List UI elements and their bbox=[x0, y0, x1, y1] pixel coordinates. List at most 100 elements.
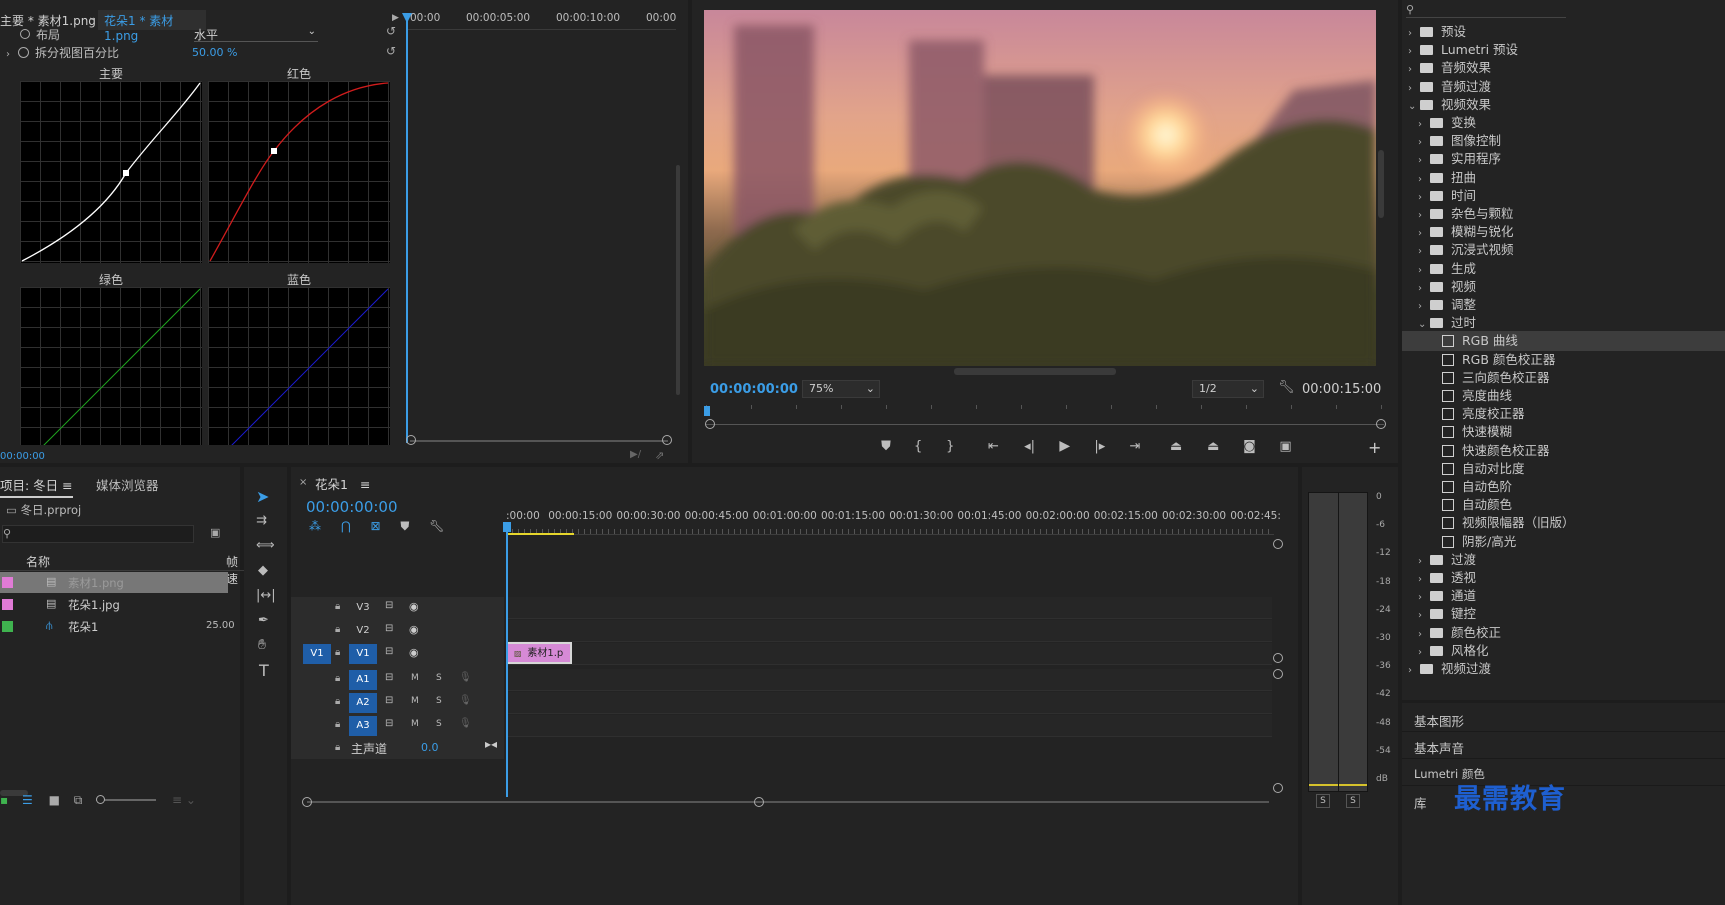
tab-libraries[interactable]: 库 bbox=[1414, 793, 1427, 812]
sync-lock-icon[interactable]: ⊟ bbox=[385, 646, 393, 657]
monitor-vscroll[interactable] bbox=[1378, 150, 1384, 218]
track-target-a3[interactable]: A3 bbox=[349, 716, 377, 736]
camera-icon[interactable]: ◙ bbox=[1233, 439, 1265, 454]
project-row[interactable]: ⫛ 花朵1 25.00 bbox=[0, 616, 235, 637]
monitor-range-start[interactable] bbox=[705, 419, 715, 429]
col-header-name[interactable]: 名称 bbox=[26, 553, 50, 570]
timeline-playhead-head[interactable] bbox=[503, 522, 511, 532]
effects-item[interactable]: 亮度校正器 bbox=[1402, 404, 1725, 424]
pen-tool-icon[interactable]: ✒ bbox=[258, 613, 269, 628]
red-curve-graph[interactable] bbox=[208, 81, 390, 263]
sync-lock-icon[interactable]: ⊟ bbox=[385, 623, 393, 634]
project-search[interactable]: ⚲ bbox=[2, 525, 194, 543]
marker-icon[interactable]: ⛊ bbox=[872, 439, 900, 454]
effects-item[interactable]: › 实用程序 bbox=[1402, 149, 1725, 169]
master-curve[interactable] bbox=[20, 81, 202, 263]
track-target-a1[interactable]: A1 bbox=[349, 670, 377, 690]
radio-icon[interactable] bbox=[20, 29, 30, 39]
timeline-hscroll[interactable] bbox=[307, 801, 1269, 803]
solo-button[interactable]: S bbox=[436, 673, 442, 683]
mute-button[interactable]: M bbox=[411, 696, 419, 706]
freeform-view-icon[interactable]: ⧉ bbox=[74, 793, 83, 807]
zoom-dropdown[interactable]: 75% ⌄ bbox=[802, 380, 880, 398]
new-bin-icon[interactable]: ▣ bbox=[210, 526, 220, 539]
ec-scroll-handle-right[interactable] bbox=[662, 435, 672, 445]
video-track[interactable]: 🔒︎ V3 ⊟ ◉ bbox=[291, 597, 1281, 619]
effects-search[interactable]: ⚲ bbox=[1406, 2, 1566, 18]
mute-button[interactable]: M bbox=[411, 673, 419, 683]
track-target-v2[interactable]: V2 bbox=[349, 621, 377, 641]
add-marker-icon[interactable]: ⛊ bbox=[400, 519, 409, 533]
master-lock-icon[interactable]: 🔒︎ bbox=[335, 742, 340, 753]
effects-item[interactable]: ⌄ 视频效果 bbox=[1402, 95, 1725, 115]
lock-icon[interactable]: 🔒︎ bbox=[335, 719, 340, 730]
effects-item[interactable]: RGB 曲线 bbox=[1402, 331, 1725, 352]
effects-item[interactable]: › 键控 bbox=[1402, 604, 1725, 624]
settings-wrench-icon[interactable]: 🔧︎ bbox=[429, 519, 444, 533]
effects-item[interactable]: › 模糊与锐化 bbox=[1402, 222, 1725, 242]
clip-image[interactable]: ▨ 素材1.p bbox=[506, 642, 572, 664]
source-patch-v1[interactable]: V1 bbox=[303, 644, 331, 664]
close-icon[interactable]: × bbox=[299, 477, 307, 488]
effects-item[interactable]: 视频限幅器（旧版） bbox=[1402, 513, 1725, 533]
effects-item[interactable]: 快速模糊 bbox=[1402, 422, 1725, 442]
solo-right-button[interactable]: S bbox=[1346, 794, 1360, 808]
effects-item[interactable]: › 预设 bbox=[1402, 22, 1725, 42]
effects-item[interactable]: › 时间 bbox=[1402, 186, 1725, 206]
list-view-icon[interactable]: ☰ bbox=[22, 793, 33, 807]
timeline-vscroll-mid2[interactable] bbox=[1273, 669, 1283, 679]
video-track[interactable]: V1 🔒︎ V1 ⊟ ◉ bbox=[291, 643, 1281, 665]
track-lane[interactable] bbox=[506, 597, 1272, 619]
project-row[interactable]: ▤ 素材1.png bbox=[0, 572, 228, 593]
hand-tool-icon[interactable]: ✋︎ bbox=[258, 637, 266, 653]
split-value[interactable]: 50.00 % bbox=[192, 46, 237, 59]
menu-icon[interactable]: ≡ bbox=[62, 478, 72, 493]
label-color-swatch[interactable] bbox=[2, 577, 13, 588]
solo-button[interactable]: S bbox=[436, 719, 442, 729]
slip-tool-icon[interactable]: |↔| bbox=[256, 588, 276, 603]
monitor-range-end[interactable] bbox=[1376, 419, 1386, 429]
effects-item[interactable]: › 视频 bbox=[1402, 277, 1725, 297]
timeline-timecode[interactable]: 00:00:00:00 bbox=[306, 498, 398, 516]
sync-lock-icon[interactable]: ⊟ bbox=[385, 718, 393, 729]
video-track[interactable]: 🔒︎ V2 ⊟ ◉ bbox=[291, 620, 1281, 642]
effects-item[interactable]: 自动颜色 bbox=[1402, 495, 1725, 515]
effects-item[interactable]: 阴影/高光 bbox=[1402, 532, 1725, 552]
microphone-icon[interactable]: 🎙︎ bbox=[459, 672, 472, 683]
effects-item[interactable]: 三向颜色校正器 bbox=[1402, 368, 1725, 388]
track-lane[interactable] bbox=[506, 715, 1272, 737]
go-to-out-icon[interactable]: ⇥ bbox=[1119, 439, 1151, 454]
effects-item[interactable]: › Lumetri 预设 bbox=[1402, 40, 1725, 60]
extract-icon[interactable]: ⏏ bbox=[1197, 439, 1229, 454]
chevron-right-icon[interactable]: › bbox=[1408, 661, 1420, 681]
selection-tool-icon[interactable]: ➤ bbox=[256, 487, 269, 506]
play-icon[interactable]: ▶ bbox=[1049, 438, 1081, 454]
monitor-hscroll[interactable] bbox=[954, 368, 1116, 375]
master-curve-graph[interactable] bbox=[20, 81, 202, 263]
project-row[interactable]: ▤ 花朵1.jpg bbox=[0, 594, 228, 615]
icon-view-icon[interactable]: ■ bbox=[49, 793, 60, 807]
mute-button[interactable]: M bbox=[411, 719, 419, 729]
timeline-hscroll-right[interactable] bbox=[754, 797, 764, 807]
effects-item[interactable]: › 颜色校正 bbox=[1402, 623, 1725, 643]
effects-item[interactable]: › 调整 bbox=[1402, 295, 1725, 315]
menu-icon[interactable]: ≡ bbox=[360, 477, 370, 492]
tab-essential-sound[interactable]: 基本声音 bbox=[1414, 738, 1464, 757]
label-color-swatch[interactable] bbox=[2, 621, 13, 632]
track-lane[interactable] bbox=[506, 692, 1272, 714]
snap-icon[interactable]: ⋂ bbox=[341, 519, 351, 533]
audio-track[interactable]: 🔒︎ A3 ⊟ M S 🎙︎ bbox=[291, 715, 1281, 737]
step-forward-icon[interactable]: |▸ bbox=[1085, 439, 1115, 454]
microphone-icon[interactable]: 🎙︎ bbox=[459, 718, 472, 729]
type-tool-icon[interactable]: T bbox=[259, 661, 269, 680]
nest-icon[interactable]: ⁂ bbox=[309, 519, 321, 533]
zoom-slider-handle[interactable] bbox=[96, 795, 106, 804]
add-button-icon[interactable]: + bbox=[1368, 438, 1381, 457]
tab-essential-graphics[interactable]: 基本图形 bbox=[1414, 711, 1464, 730]
blue-curve[interactable] bbox=[208, 287, 390, 445]
master-volume[interactable]: 0.0 bbox=[421, 741, 439, 754]
lock-icon[interactable]: ▪ bbox=[0, 793, 8, 807]
lock-icon[interactable]: 🔒︎ bbox=[335, 624, 340, 635]
track-target-v1[interactable]: V1 bbox=[349, 644, 377, 664]
effects-item[interactable]: › 扭曲 bbox=[1402, 168, 1725, 188]
